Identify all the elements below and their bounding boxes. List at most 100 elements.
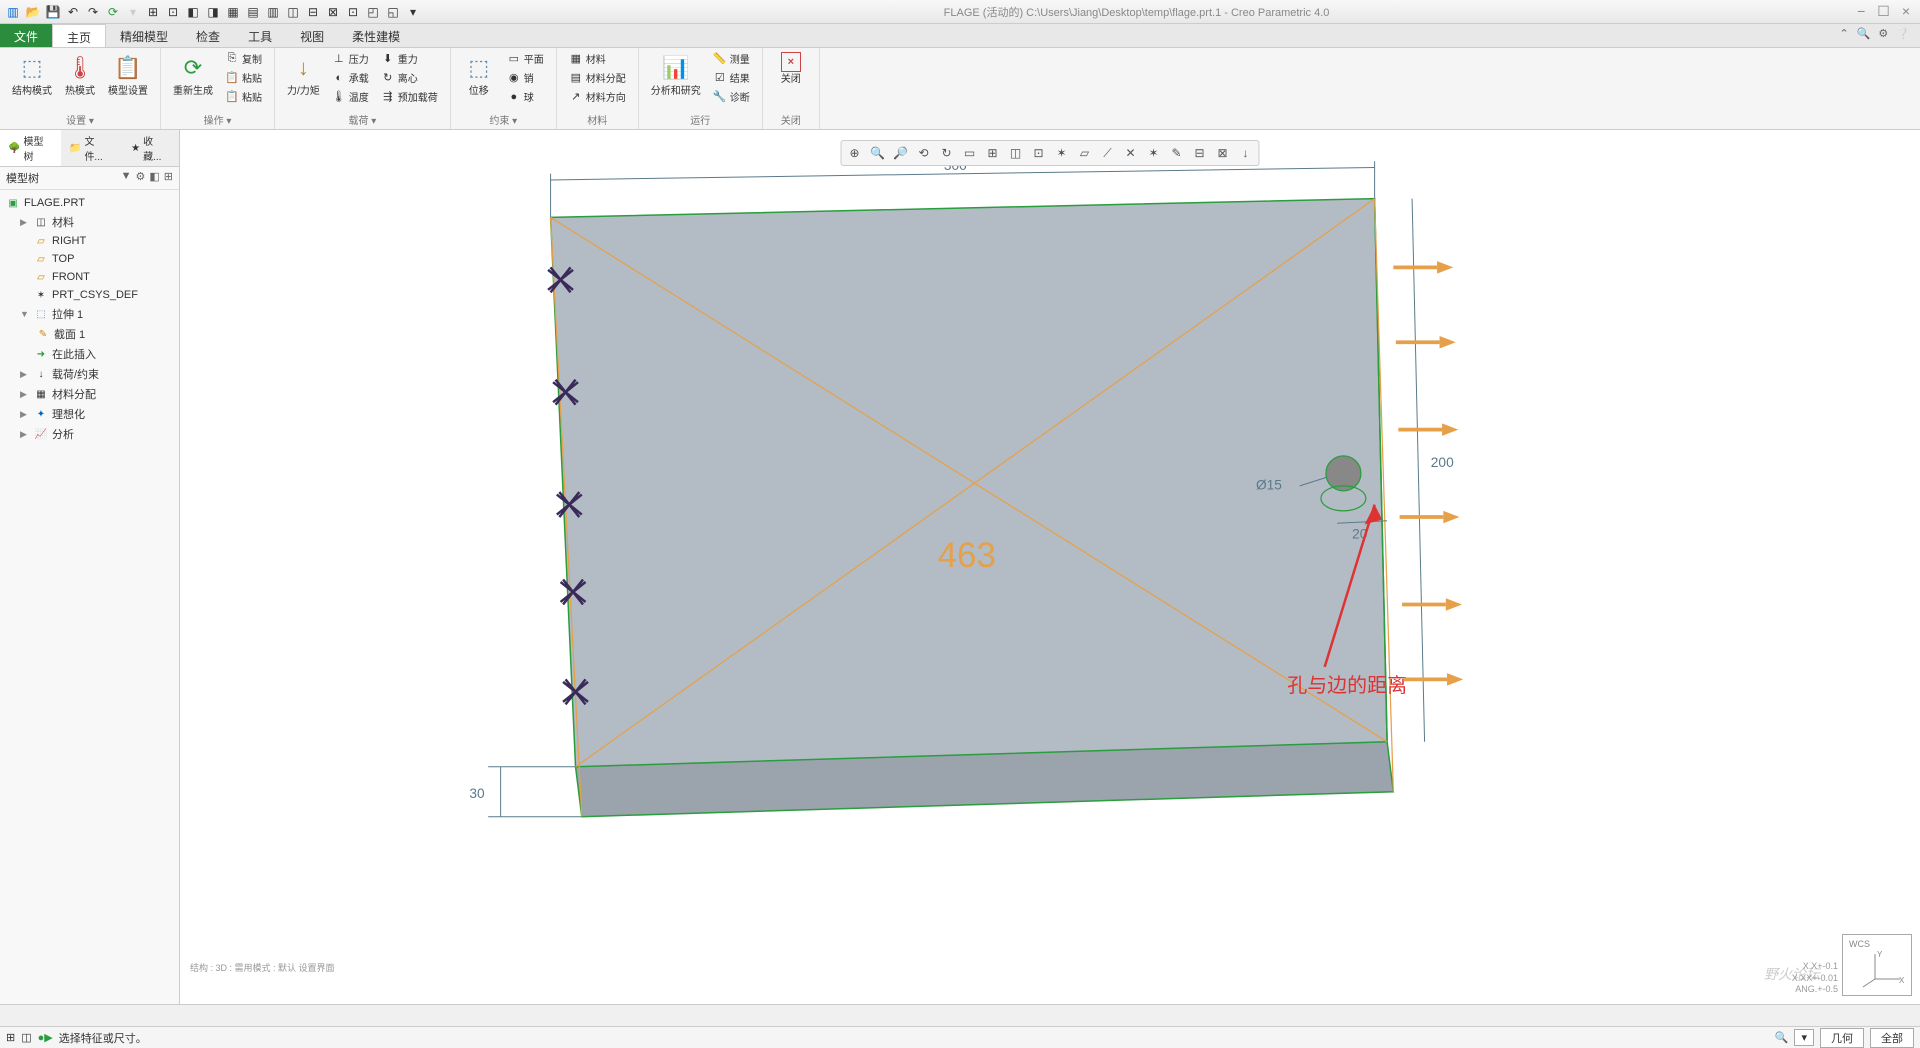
struct-mode-button[interactable]: ⬚ 结构模式	[8, 50, 56, 99]
repaint-icon[interactable]: ⟲	[913, 143, 935, 163]
tree-tool-icon[interactable]: ⊞	[164, 170, 173, 186]
tree-tab-model[interactable]: 🌳模型树	[0, 130, 61, 166]
qat-icon[interactable]: ▥	[264, 3, 282, 21]
axis-icon[interactable]: ⟋	[1097, 143, 1119, 163]
sel-filter-icon[interactable]: ⊞	[6, 1031, 15, 1044]
measure-button[interactable]: 📏测量	[709, 50, 754, 67]
qat-regen-icon[interactable]: ⟳	[104, 3, 122, 21]
qat-dropdown-icon[interactable]: ▾	[404, 3, 422, 21]
tab-file[interactable]: 文件	[0, 24, 52, 47]
dim-thick[interactable]: 30	[469, 786, 485, 801]
qat-icon[interactable]: ◱	[384, 3, 402, 21]
tree-item-section[interactable]: ✎截面 1	[0, 324, 179, 344]
qat-new-icon[interactable]: ▥	[4, 3, 22, 21]
graphics-canvas[interactable]: ⊕ 🔍 🔎 ⟲ ↻ ▭ ⊞ ◫ ⊡ ✶ ▱ ⟋ ✕ ✶ ✎ ⊟ ⊠ ↓	[180, 130, 1920, 1004]
close-button[interactable]: × 关闭	[771, 50, 811, 87]
load-icon[interactable]: ↓	[1235, 143, 1257, 163]
ribbon-collapse-icon[interactable]: ⌃	[1840, 27, 1849, 44]
tree-item-material[interactable]: ▶◫材料	[0, 212, 179, 232]
maximize-button[interactable]: ☐	[1877, 3, 1890, 20]
tree-item-extrude[interactable]: ▼⬚拉伸 1	[0, 304, 179, 324]
tree-item-front[interactable]: ▱FRONT	[0, 268, 179, 286]
paste-button[interactable]: 📋粘贴	[221, 69, 266, 86]
qat-icon[interactable]: ◰	[364, 3, 382, 21]
centrifugal-button[interactable]: ↻离心	[377, 69, 442, 86]
csys-icon[interactable]: ✶	[1143, 143, 1165, 163]
qat-open-icon[interactable]: 📂	[24, 3, 42, 21]
mat-orient-button[interactable]: ↗材料方向	[565, 88, 630, 105]
zoom-in-icon[interactable]: 🔍	[867, 143, 889, 163]
qat-icon[interactable]: ▤	[244, 3, 262, 21]
expand-icon[interactable]: ▶	[20, 369, 30, 380]
dim-diagonal[interactable]: 463	[938, 536, 996, 575]
tree-item-top[interactable]: ▱TOP	[0, 250, 179, 268]
qat-redo-icon[interactable]: ↷	[84, 3, 102, 21]
preload-button[interactable]: ⇶预加载荷	[377, 88, 442, 105]
temp-button[interactable]: 🌡温度	[328, 88, 373, 105]
displacement-button[interactable]: ⬚ 位移	[459, 50, 499, 99]
diagnose-button[interactable]: 🔧诊断	[709, 88, 754, 105]
saved-view-icon[interactable]: ▭	[959, 143, 981, 163]
qat-icon[interactable]: ⊞	[144, 3, 162, 21]
expand-icon[interactable]: ▶	[20, 409, 30, 420]
dim-hole-dia[interactable]: Ø15	[1256, 478, 1282, 493]
help-icon[interactable]: ❔	[1896, 27, 1910, 44]
tree-item-matassign[interactable]: ▶▦材料分配	[0, 384, 179, 404]
tree-tab-files[interactable]: 📁文 件...	[61, 130, 123, 166]
force-button[interactable]: ↓ 力/力矩	[283, 50, 324, 99]
refit-icon[interactable]: ⊕	[844, 143, 866, 163]
analyze-button[interactable]: 📊 分析和研究	[647, 50, 705, 99]
qat-undo-icon[interactable]: ↶	[64, 3, 82, 21]
tree-show-icon[interactable]: ◧	[149, 170, 159, 186]
tab-inspect[interactable]: 检查	[182, 24, 234, 47]
qat-icon[interactable]: ⊡	[164, 3, 182, 21]
qat-icon[interactable]: ⊟	[304, 3, 322, 21]
datum-display-icon[interactable]: ⊡	[1028, 143, 1050, 163]
view-manager-icon[interactable]: ⊞	[982, 143, 1004, 163]
expand-icon[interactable]: ▶	[20, 389, 30, 400]
filter-all[interactable]: 全部	[1870, 1028, 1914, 1048]
tree-item-analysis[interactable]: ▶📈分析	[0, 424, 179, 444]
regen-button[interactable]: ⟳ 重新生成	[169, 50, 217, 99]
tree-filter-icon[interactable]: ▼	[121, 170, 132, 186]
zoom-out-icon[interactable]: 🔎	[890, 143, 912, 163]
planar-button[interactable]: ▭平面	[503, 50, 548, 67]
sim-icon[interactable]: ⊟	[1189, 143, 1211, 163]
model-setup-button[interactable]: 📋 模型设置	[104, 50, 152, 99]
minimize-button[interactable]: −	[1857, 3, 1865, 20]
tab-flex[interactable]: 柔性建模	[338, 24, 414, 47]
qat-icon[interactable]: ⊠	[324, 3, 342, 21]
display-style-icon[interactable]: ◫	[1005, 143, 1027, 163]
pin-button[interactable]: ◉销	[503, 69, 548, 86]
dim-height[interactable]: 200	[1431, 455, 1454, 470]
ball-button[interactable]: ●球	[503, 88, 548, 105]
tree-settings-icon[interactable]: ⚙	[136, 170, 146, 186]
tree-item-loads[interactable]: ▶↓载荷/约束	[0, 364, 179, 384]
tree-item-csys[interactable]: ✶PRT_CSYS_DEF	[0, 286, 179, 304]
annot-icon[interactable]: ✎	[1166, 143, 1188, 163]
tree-item-insert[interactable]: ➜在此插入	[0, 344, 179, 364]
bearing-button[interactable]: ◐承载	[328, 69, 373, 86]
mesh-icon[interactable]: ⊠	[1212, 143, 1234, 163]
results-button[interactable]: ☑结果	[709, 69, 754, 86]
tree-item-idealize[interactable]: ▶✦理想化	[0, 404, 179, 424]
close-button[interactable]: ×	[1902, 3, 1910, 20]
pressure-button[interactable]: ⊥压力	[328, 50, 373, 67]
qat-icon[interactable]: ◫	[284, 3, 302, 21]
tab-view[interactable]: 视图	[286, 24, 338, 47]
tree-root[interactable]: ▣FLAGE.PRT	[0, 194, 179, 212]
find-icon[interactable]: 🔍	[1775, 1031, 1789, 1044]
settings-icon[interactable]: ⚙	[1878, 27, 1888, 44]
qat-save-icon[interactable]: 💾	[44, 3, 62, 21]
qat-icon[interactable]: ▦	[224, 3, 242, 21]
sel-filter-icon2[interactable]: ◫	[21, 1031, 31, 1044]
qat-icon[interactable]: ◨	[204, 3, 222, 21]
qat-icon[interactable]: ⊡	[344, 3, 362, 21]
tab-refine[interactable]: 精细模型	[106, 24, 182, 47]
tab-home[interactable]: 主页	[52, 24, 106, 47]
tree-tab-fav[interactable]: ★收藏...	[123, 130, 179, 166]
filter-geom[interactable]: 几何	[1820, 1028, 1864, 1048]
point-icon[interactable]: ✕	[1120, 143, 1142, 163]
paste2-button[interactable]: 📋粘贴	[221, 88, 266, 105]
expand-icon[interactable]: ▼	[20, 309, 30, 319]
